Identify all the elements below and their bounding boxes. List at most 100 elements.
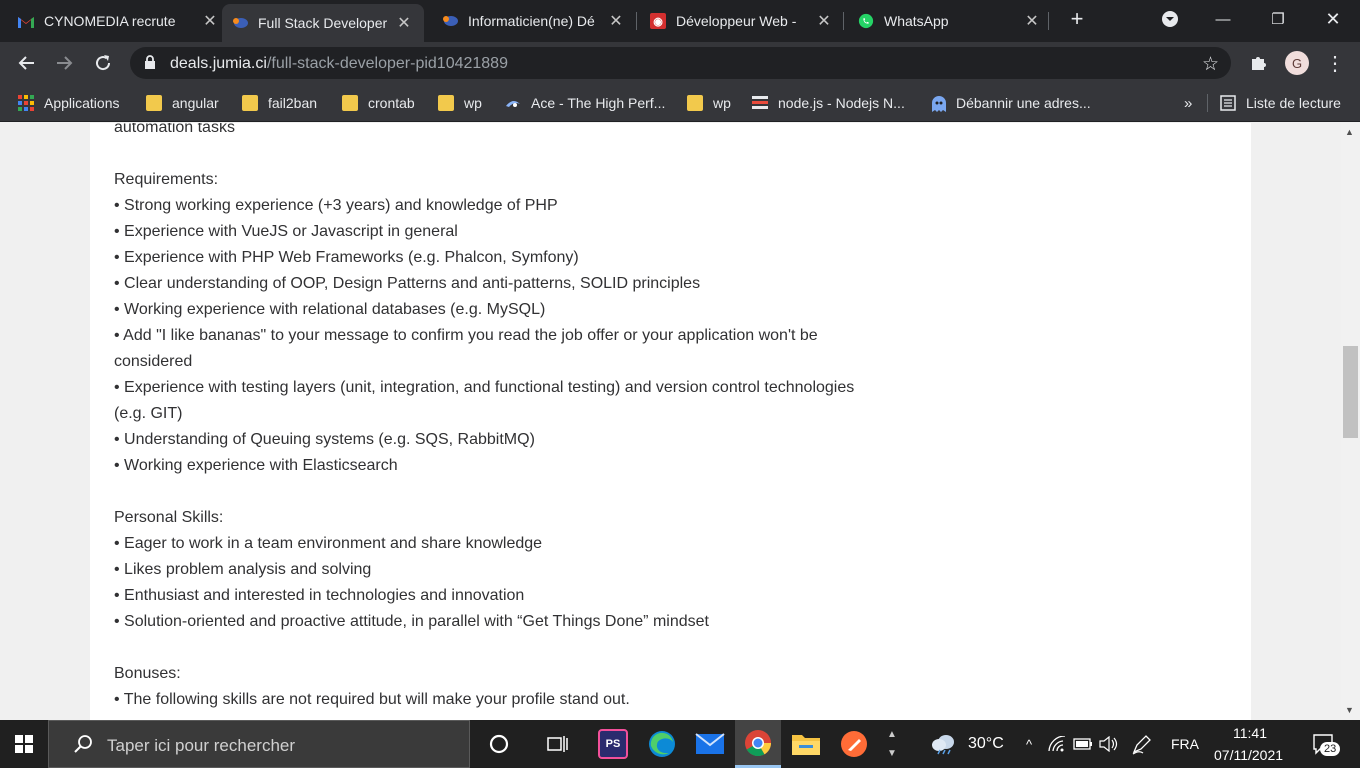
- windows-taskbar: Taper ici pour rechercher PS ▲ ▼ 30°C ^ F…: [0, 720, 1360, 768]
- bookmark-star-icon[interactable]: ☆: [1202, 53, 1219, 76]
- tab-informaticien[interactable]: Informaticien(ne) Dé ✕: [442, 6, 624, 36]
- postman-icon[interactable]: [839, 729, 869, 759]
- tab-strip: CYNOMEDIA recrute ✕ Full Stack Developer…: [0, 0, 1360, 42]
- folder-icon: [687, 95, 703, 111]
- bookmark-wp-2[interactable]: wp: [687, 92, 731, 114]
- list-item: • The following skills are not required …: [114, 691, 630, 708]
- clock-date[interactable]: 07/11/2021: [1214, 747, 1283, 763]
- list-item: • Add "I like bananas" to your message t…: [114, 327, 818, 370]
- mail-icon[interactable]: [695, 729, 725, 759]
- emploi-icon: ◉: [650, 13, 666, 29]
- bookmark-wp[interactable]: wp: [438, 92, 482, 114]
- weather-cloud-icon[interactable]: [928, 720, 960, 768]
- ace-icon: [505, 95, 521, 111]
- bookmark-label: Ace - The High Perf...: [531, 95, 666, 111]
- bookmarks-overflow-button[interactable]: »: [1184, 92, 1192, 114]
- list-item: • Working experience with relational dat…: [114, 301, 546, 318]
- cortana-icon[interactable]: [476, 720, 522, 768]
- bookmark-label: crontab: [368, 95, 415, 111]
- folder-icon: [438, 95, 454, 111]
- jumia-icon: [442, 13, 458, 29]
- tab-search-icon[interactable]: [1150, 4, 1190, 34]
- reading-list-icon: [1220, 95, 1236, 111]
- file-explorer-icon[interactable]: [791, 729, 821, 759]
- windows-start-icon[interactable]: [0, 720, 48, 768]
- taskbar-search-box[interactable]: Taper ici pour rechercher: [48, 720, 470, 768]
- list-item: • Clear understanding of OOP, Design Pat…: [114, 275, 701, 292]
- folder-icon: [342, 95, 358, 111]
- scroll-down-icon[interactable]: ▼: [1345, 705, 1354, 715]
- page-viewport: automation tasks Requirements: • Strong …: [0, 123, 1341, 720]
- tab-separator: [843, 12, 844, 30]
- bookmark-fail2ban[interactable]: fail2ban: [242, 92, 317, 114]
- profile-initial: G: [1285, 51, 1309, 75]
- reading-list-button[interactable]: Liste de lecture: [1220, 92, 1341, 114]
- ghost-icon: [930, 95, 946, 112]
- task-view-icon[interactable]: [534, 720, 580, 768]
- close-icon[interactable]: ✕: [1024, 11, 1040, 31]
- back-icon[interactable]: [13, 50, 39, 76]
- reload-icon[interactable]: [90, 50, 116, 76]
- close-icon[interactable]: ✕: [396, 13, 412, 33]
- list-item: • Experience with VueJS or Javascript in…: [114, 223, 458, 240]
- close-icon[interactable]: ✕: [202, 11, 218, 31]
- vertical-scrollbar[interactable]: ▲ ▼: [1341, 123, 1360, 720]
- tab-whatsapp[interactable]: WhatsApp ✕: [858, 6, 1040, 36]
- notification-center-icon[interactable]: 23: [1306, 720, 1342, 768]
- bookmark-label: fail2ban: [268, 95, 318, 111]
- bookmark-applications[interactable]: Applications: [18, 92, 120, 114]
- gmail-icon: [18, 13, 34, 29]
- close-icon[interactable]: ✕: [816, 11, 832, 31]
- bonuses-heading: Bonuses:: [114, 665, 181, 682]
- phpstorm-icon[interactable]: PS: [598, 729, 628, 759]
- chrome-taskbar-button[interactable]: [735, 720, 781, 768]
- bookmark-ace[interactable]: Ace - The High Perf...: [505, 92, 665, 114]
- list-item: • Experience with testing layers (unit, …: [114, 379, 855, 422]
- scrollbar-thumb[interactable]: [1343, 346, 1358, 438]
- wifi-icon[interactable]: [1046, 720, 1068, 768]
- extensions-icon[interactable]: [1245, 50, 1271, 76]
- bookmark-debannir[interactable]: Débannir une adres...: [930, 92, 1091, 114]
- tab-gmail[interactable]: CYNOMEDIA recrute ✕: [18, 6, 218, 36]
- list-item: • Likes problem analysis and solving: [114, 561, 372, 578]
- taskbar-scroll-arrows[interactable]: ▲ ▼: [882, 720, 902, 768]
- scroll-up-icon[interactable]: ▲: [1345, 127, 1354, 137]
- bookmark-label: Applications: [44, 95, 120, 111]
- list-item: • Experience with PHP Web Frameworks (e.…: [114, 249, 579, 266]
- jumia-icon: [232, 15, 248, 31]
- bookmark-nodejs[interactable]: node.js - Nodejs N...: [752, 92, 905, 114]
- tab-title: Développeur Web -: [676, 13, 797, 29]
- window-close-icon[interactable]: ✕: [1313, 4, 1353, 34]
- url-text: deals.jumia.ci/full-stack-developer-pid1…: [170, 55, 508, 73]
- bookmarks-bar: Applications angular fail2ban crontab wp…: [0, 84, 1360, 122]
- language-indicator[interactable]: FRA: [1171, 736, 1199, 752]
- list-item: • Strong working experience (+3 years) a…: [114, 197, 558, 214]
- restore-icon[interactable]: ❐: [1258, 4, 1298, 34]
- pen-workspace-icon[interactable]: [1130, 720, 1154, 768]
- bookmark-label: node.js - Nodejs N...: [778, 95, 905, 111]
- forward-icon[interactable]: [52, 50, 78, 76]
- tab-full-stack-developer[interactable]: Full Stack Developer ✕: [222, 4, 424, 42]
- lock-icon[interactable]: [144, 55, 156, 75]
- chevron-up-icon[interactable]: ▲: [887, 729, 897, 740]
- weather-temperature[interactable]: 30°C: [968, 735, 1004, 753]
- search-placeholder: Taper ici pour rechercher: [107, 736, 296, 755]
- clock-time[interactable]: 11:41: [1233, 725, 1267, 741]
- address-bar[interactable]: deals.jumia.ci/full-stack-developer-pid1…: [130, 47, 1231, 79]
- avatar[interactable]: G: [1284, 50, 1310, 76]
- chevron-down-icon[interactable]: ▼: [887, 748, 897, 759]
- close-icon[interactable]: ✕: [608, 11, 624, 31]
- menu-kebab-icon[interactable]: ⋮: [1322, 50, 1348, 76]
- battery-icon[interactable]: [1072, 720, 1094, 768]
- edge-icon[interactable]: [647, 729, 677, 759]
- volume-icon[interactable]: [1098, 720, 1120, 768]
- list-item: • Understanding of Queuing systems (e.g.…: [114, 431, 535, 448]
- tab-developpeur-web[interactable]: ◉ Développeur Web - ✕: [650, 6, 832, 36]
- bookmark-angular[interactable]: angular: [146, 92, 219, 114]
- minimize-icon[interactable]: —: [1203, 4, 1243, 34]
- bookmark-crontab[interactable]: crontab: [342, 92, 415, 114]
- url-path: /full-stack-developer-pid10421889: [266, 55, 508, 72]
- tray-overflow-icon[interactable]: ^: [1019, 720, 1039, 768]
- new-tab-icon[interactable]: +: [1057, 4, 1097, 34]
- whatsapp-icon: [858, 13, 874, 29]
